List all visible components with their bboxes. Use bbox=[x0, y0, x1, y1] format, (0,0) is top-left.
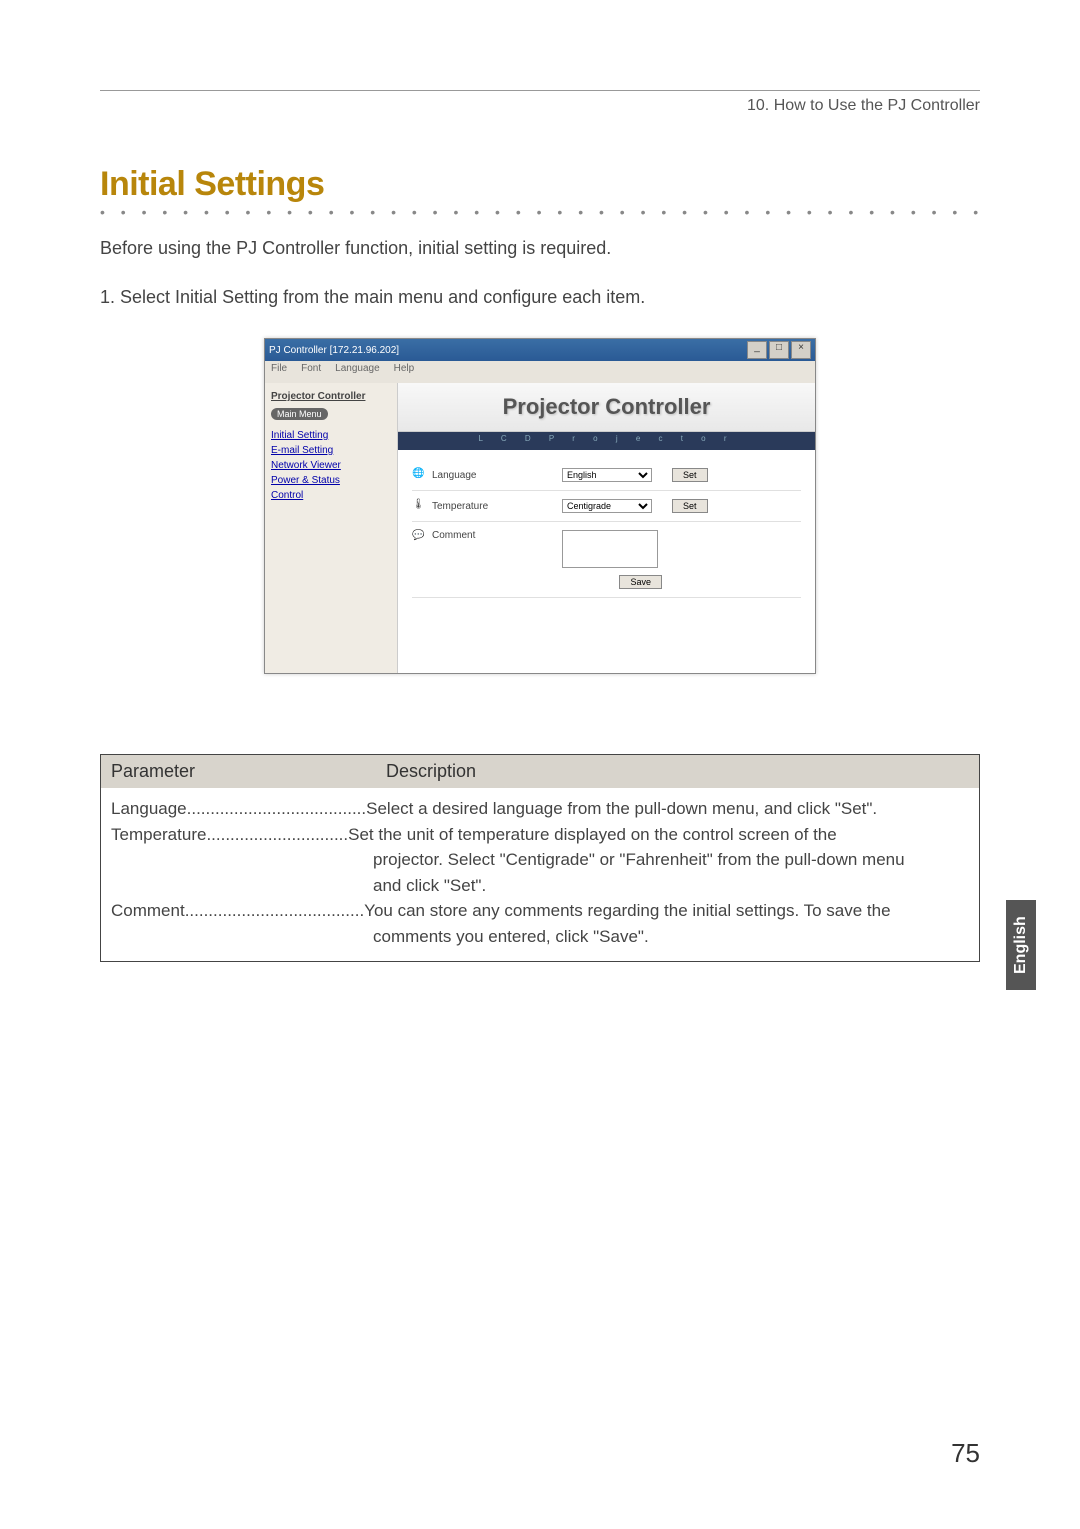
step-1: 1. Select Initial Setting from the main … bbox=[100, 287, 980, 308]
thermometer-icon: 🌡 bbox=[412, 499, 426, 513]
header-parameter: Parameter bbox=[101, 755, 376, 788]
minimize-button[interactable]: _ bbox=[747, 341, 767, 359]
row-temperature: 🌡 Temperature Centigrade Set bbox=[412, 491, 801, 522]
breadcrumb: 10. How to Use the PJ Controller bbox=[100, 97, 980, 115]
banner-title: Projector Controller bbox=[503, 394, 711, 420]
header-description: Description bbox=[376, 755, 979, 788]
parameter-table: Parameter Description Language .........… bbox=[100, 754, 980, 962]
intro-text: Before using the PJ Controller function,… bbox=[100, 238, 980, 259]
comment-save-button[interactable]: Save bbox=[619, 575, 662, 589]
comment-textarea[interactable] bbox=[562, 530, 658, 568]
desc-temperature-cont2: and click "Set". bbox=[111, 873, 969, 899]
sidebar-item-email-setting[interactable]: E-mail Setting bbox=[271, 445, 391, 456]
close-button[interactable]: × bbox=[791, 341, 811, 359]
sidebar-item-initial-setting[interactable]: Initial Setting bbox=[271, 430, 391, 441]
maximize-button[interactable]: □ bbox=[769, 341, 789, 359]
window-titlebar: PJ Controller [172.21.96.202] _ □ × bbox=[265, 339, 815, 361]
desc-temperature: Set the unit of temperature displayed on… bbox=[348, 822, 969, 848]
desc-comment: You can store any comments regarding the… bbox=[364, 898, 969, 924]
section-title: Initial Settings bbox=[100, 165, 324, 203]
sidebar-item-power-status[interactable]: Power & Status bbox=[271, 475, 391, 486]
row-language-desc: Language ...............................… bbox=[111, 796, 969, 822]
row-temperature-desc: Temperature ............................… bbox=[111, 822, 969, 848]
temperature-select[interactable]: Centigrade bbox=[562, 499, 652, 513]
title-dots: • • • • • • • • • • • • • • • • • • • • … bbox=[100, 204, 980, 220]
table-header: Parameter Description bbox=[101, 755, 979, 788]
row-comment-desc: Comment ................................… bbox=[111, 898, 969, 924]
menu-language[interactable]: Language bbox=[335, 363, 380, 381]
sidebar: Projector Controller Main Menu Initial S… bbox=[265, 383, 398, 673]
menu-file[interactable]: File bbox=[271, 363, 287, 381]
dots-fill: .............................. bbox=[206, 822, 348, 848]
language-label: Language bbox=[432, 470, 562, 481]
language-select[interactable]: English bbox=[562, 468, 652, 482]
language-tab: English bbox=[1006, 900, 1036, 990]
sidebar-item-network-viewer[interactable]: Network Viewer bbox=[271, 460, 391, 471]
temperature-label: Temperature bbox=[432, 501, 562, 512]
row-comment: 💬 Comment Save bbox=[412, 522, 801, 598]
page-number: 75 bbox=[951, 1438, 980, 1469]
globe-icon: 🌐 bbox=[412, 468, 426, 482]
dots-fill: ...................................... bbox=[185, 898, 364, 924]
lcd-bar: L C D P r o j e c t o r bbox=[398, 432, 815, 450]
table-body: Language ...............................… bbox=[101, 788, 979, 961]
main-panel: Projector Controller L C D P r o j e c t… bbox=[398, 383, 815, 673]
dots-fill: ...................................... bbox=[187, 796, 366, 822]
sidebar-item-control[interactable]: Control bbox=[271, 490, 391, 501]
param-language: Language bbox=[111, 796, 187, 822]
window-title: PJ Controller [172.21.96.202] bbox=[269, 345, 399, 356]
desc-language: Select a desired language from the pull-… bbox=[366, 796, 969, 822]
temperature-set-button[interactable]: Set bbox=[672, 499, 708, 513]
sidebar-brand: Projector Controller bbox=[271, 391, 391, 402]
header-rule bbox=[100, 90, 980, 91]
banner: Projector Controller bbox=[398, 383, 815, 432]
menubar: File Font Language Help bbox=[265, 361, 815, 383]
menu-font[interactable]: Font bbox=[301, 363, 321, 381]
param-temperature: Temperature bbox=[111, 822, 206, 848]
language-set-button[interactable]: Set bbox=[672, 468, 708, 482]
comment-icon: 💬 bbox=[412, 530, 426, 544]
menu-help[interactable]: Help bbox=[394, 363, 415, 381]
desc-comment-cont: comments you entered, click "Save". bbox=[111, 924, 969, 950]
param-comment: Comment bbox=[111, 898, 185, 924]
app-screenshot: PJ Controller [172.21.96.202] _ □ × File… bbox=[264, 338, 816, 674]
row-language: 🌐 Language English Set bbox=[412, 460, 801, 491]
main-menu-badge: Main Menu bbox=[271, 408, 328, 420]
comment-label: Comment bbox=[432, 530, 562, 541]
desc-temperature-cont1: projector. Select "Centigrade" or "Fahre… bbox=[111, 847, 969, 873]
